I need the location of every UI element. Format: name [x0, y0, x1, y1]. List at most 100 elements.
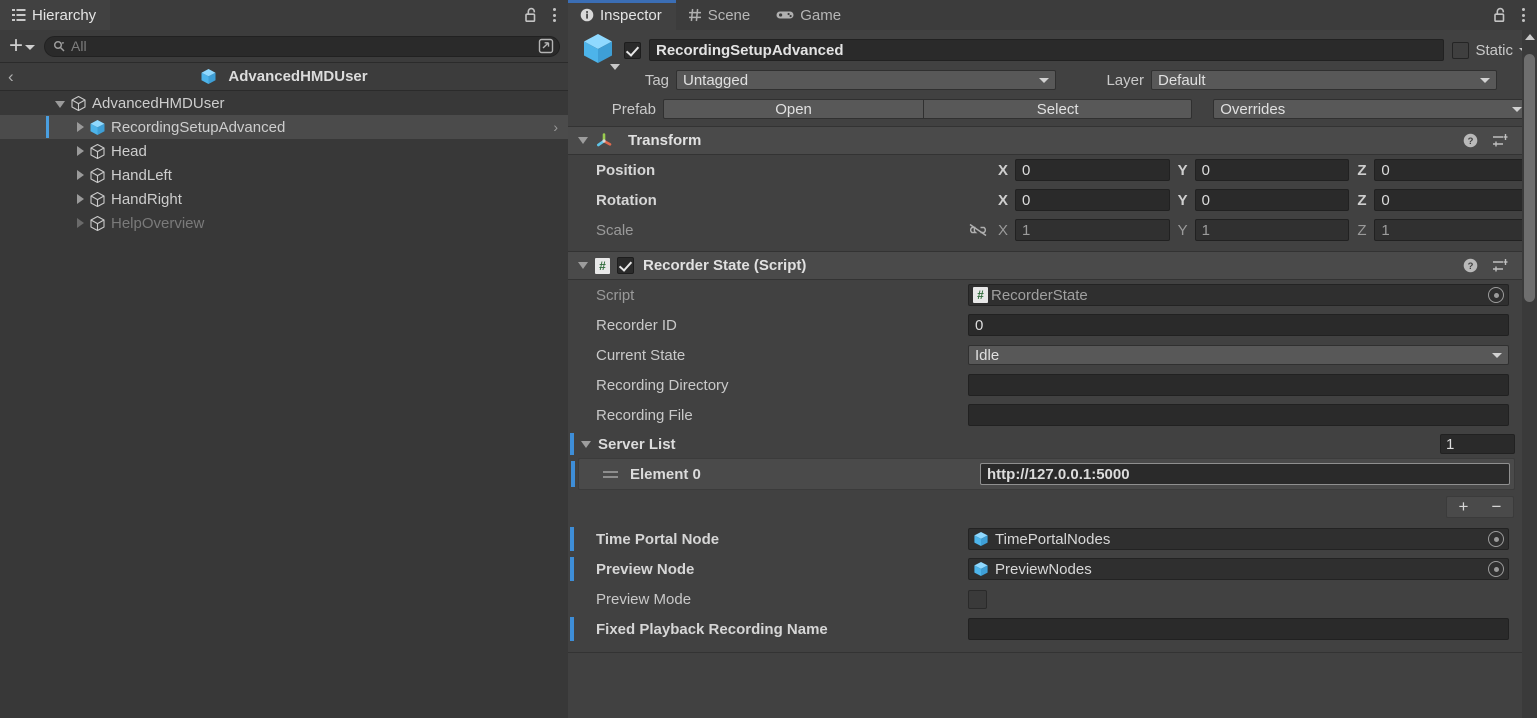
text-field[interactable]: [968, 374, 1509, 396]
server-list-header[interactable]: Server List 1: [568, 430, 1537, 458]
hierarchy-row[interactable]: HelpOverview: [0, 211, 568, 235]
preset-sliders-icon[interactable]: [1492, 258, 1508, 273]
help-circle-icon[interactable]: ?: [1463, 133, 1478, 148]
transform-position-x-field[interactable]: 0: [1015, 159, 1170, 181]
search-input[interactable]: All: [44, 35, 560, 57]
kebab-menu-icon[interactable]: [1522, 8, 1525, 22]
tab-inspector-label: Inspector: [600, 6, 662, 24]
hierarchy-row[interactable]: RecordingSetupAdvanced ›: [0, 115, 568, 139]
transform-row-scale: Scale X 1 Y 1 Z 1: [568, 215, 1537, 245]
breadcrumb-back-button[interactable]: ‹: [8, 68, 14, 85]
tab-inspector[interactable]: Inspector: [568, 0, 676, 30]
hierarchy-row[interactable]: HandLeft: [0, 163, 568, 187]
scrollbar-thumb[interactable]: [1524, 54, 1535, 302]
broken-link-icon[interactable]: [968, 223, 988, 237]
array-remove-button[interactable]: −: [1480, 497, 1513, 517]
inspector-scrollbar[interactable]: [1522, 30, 1537, 718]
transform-scale-y-field[interactable]: 1: [1194, 219, 1350, 241]
tab-game[interactable]: Game: [764, 0, 855, 30]
transform-component: Transform ? Position X 0 Y 0 Z 0 Rotatio…: [568, 126, 1537, 245]
transform-position-y-field[interactable]: 0: [1194, 159, 1350, 181]
gameobject-header: RecordingSetupAdvanced Static Tag Untagg…: [568, 30, 1537, 126]
search-expand-icon[interactable]: [538, 38, 554, 54]
enum-value: Idle: [975, 346, 1000, 364]
kebab-menu-icon[interactable]: [553, 8, 556, 22]
axis-label-z: Z: [1357, 191, 1367, 209]
unity-editor-window: Hierarchy + All ‹ AdvancedHMDUser Advanc…: [0, 0, 1537, 718]
static-checkbox[interactable]: [1452, 41, 1470, 59]
hierarchy-row[interactable]: Head: [0, 139, 568, 163]
preset-sliders-icon[interactable]: [1492, 133, 1508, 148]
expand-arrow-icon[interactable]: [77, 122, 84, 132]
padlock-open-icon[interactable]: [1493, 7, 1508, 23]
scroll-up-arrow-icon[interactable]: [1524, 34, 1535, 40]
tag-dropdown[interactable]: Untagged: [676, 70, 1056, 90]
prefab-enter-chevron-icon[interactable]: ›: [553, 119, 558, 135]
array-size-field[interactable]: 1: [1440, 434, 1515, 454]
help-circle-icon[interactable]: ?: [1463, 258, 1478, 273]
gameobject-name-field[interactable]: RecordingSetupAdvanced: [649, 39, 1445, 61]
transform-rotation-y-field[interactable]: 0: [1194, 189, 1350, 211]
object-reference-field[interactable]: PreviewNodes: [968, 558, 1509, 580]
expand-arrow-icon[interactable]: [77, 194, 84, 204]
padlock-open-icon[interactable]: [524, 7, 539, 23]
tab-hierarchy[interactable]: Hierarchy: [0, 0, 111, 30]
prefab-cube-icon: [200, 68, 217, 85]
expand-arrow-icon[interactable]: [55, 101, 65, 108]
object-reference-field[interactable]: TimePortalNodes: [968, 528, 1509, 550]
foldout-triangle-icon[interactable]: [581, 440, 591, 448]
transform-rotation-x-field[interactable]: 0: [1015, 189, 1170, 211]
override-indicator: [570, 433, 574, 455]
gameobject-enabled-checkbox[interactable]: [624, 41, 641, 59]
foldout-triangle-icon[interactable]: [578, 137, 588, 144]
server-list-items: Element 0 http://127.0.0.1:5000: [568, 458, 1537, 490]
script-hash-icon: #: [973, 287, 988, 303]
transform-row-position: Position X 0 Y 0 Z 0: [568, 155, 1537, 185]
prefab-cube-icon: [89, 119, 106, 136]
tag-layer-row: Tag Untagged Layer Default: [576, 67, 1529, 93]
transform-header[interactable]: Transform ?: [568, 126, 1537, 155]
prefab-cube-icon[interactable]: [580, 32, 620, 70]
recorder-state-header[interactable]: # Recorder State (Script) ?: [568, 251, 1537, 280]
drag-handle-icon[interactable]: [603, 470, 618, 478]
expand-arrow-icon[interactable]: [77, 146, 84, 156]
transform-rotation-z-field[interactable]: 0: [1374, 189, 1530, 211]
array-add-button[interactable]: +: [1447, 497, 1480, 517]
transform-position-z-field[interactable]: 0: [1374, 159, 1530, 181]
text-field[interactable]: [968, 618, 1509, 640]
transform-scale-z-field[interactable]: 1: [1374, 219, 1530, 241]
property-label: Recorder ID: [596, 316, 677, 334]
text-field[interactable]: [968, 404, 1509, 426]
foldout-triangle-icon[interactable]: [578, 262, 588, 269]
text-field[interactable]: 0: [968, 314, 1509, 336]
expand-arrow-icon[interactable]: [77, 218, 84, 228]
object-picker-icon[interactable]: [1488, 531, 1504, 547]
prefab-open-button[interactable]: Open: [663, 99, 925, 119]
layer-dropdown[interactable]: Default: [1151, 70, 1497, 90]
property-row: Current State Idle: [568, 340, 1537, 370]
prefab-open-label: Open: [775, 100, 812, 118]
expand-arrow-icon[interactable]: [77, 170, 84, 180]
tab-game-label: Game: [800, 6, 842, 24]
hierarchy-row[interactable]: HandRight: [0, 187, 568, 211]
gameobject-name-row: RecordingSetupAdvanced Static: [576, 34, 1529, 70]
prefab-select-button[interactable]: Select: [924, 99, 1193, 119]
object-picker-icon[interactable]: [1488, 287, 1504, 303]
transform-scale-x-field[interactable]: 1: [1015, 219, 1170, 241]
tab-scene[interactable]: Scene: [676, 0, 765, 30]
enum-dropdown[interactable]: Idle: [968, 345, 1509, 365]
gameobject-cube-icon: [70, 95, 87, 112]
prefab-row: Prefab Open Select Overrides: [576, 96, 1529, 122]
breadcrumb-current[interactable]: AdvancedHMDUser: [0, 68, 568, 85]
prefab-overrides-dropdown[interactable]: Overrides: [1213, 99, 1529, 119]
create-gameobject-button[interactable]: +: [6, 34, 38, 58]
object-reference-field[interactable]: # RecorderState: [968, 284, 1509, 306]
axis-label-x: X: [998, 161, 1009, 179]
hierarchy-row[interactable]: AdvancedHMDUser: [0, 91, 568, 115]
static-toggle-group: Static: [1452, 41, 1529, 59]
object-picker-icon[interactable]: [1488, 561, 1504, 577]
recorder-state-enabled-checkbox[interactable]: [617, 257, 634, 274]
property-checkbox[interactable]: [968, 589, 987, 609]
override-indicator: [570, 617, 574, 641]
array-element-value-field[interactable]: http://127.0.0.1:5000: [980, 463, 1510, 485]
